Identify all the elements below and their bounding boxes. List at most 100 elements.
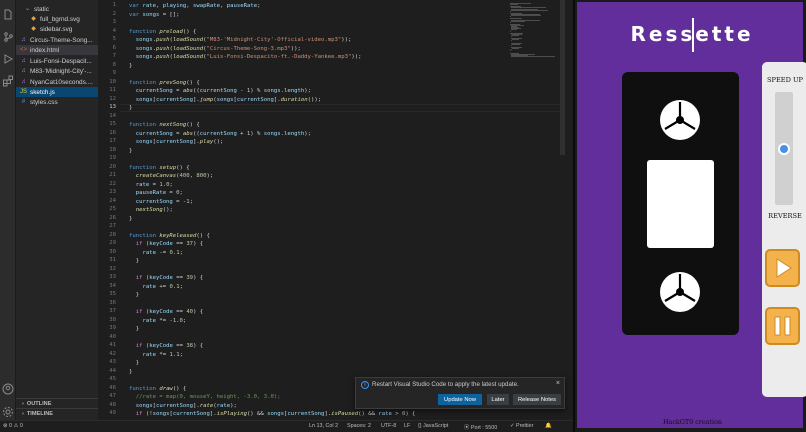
code-line[interactable]: //rate = map(0, mouseY, height, -3.0, 3.…: [129, 393, 281, 401]
outline-section[interactable]: › OUTLINE: [16, 398, 98, 408]
tree-file[interactable]: ♫ M83-'Midnight-City'-...: [16, 66, 98, 76]
speed-slider[interactable]: [775, 92, 793, 205]
cursor-position[interactable]: Ln 13, Col 2: [309, 423, 338, 429]
code-line[interactable]: pauseRate = 0;: [129, 189, 183, 197]
language-mode[interactable]: {} JavaScript: [418, 423, 448, 429]
line-number: 18: [109, 146, 116, 153]
code-line[interactable]: }: [129, 62, 132, 70]
line-number: 47: [109, 393, 116, 399]
release-notes-button[interactable]: Release Notes: [513, 394, 561, 405]
indentation-status[interactable]: Spaces: 2: [347, 423, 371, 429]
code-line[interactable]: if (keyCode == 40) {: [129, 308, 203, 316]
code-line[interactable]: }: [129, 291, 139, 299]
code-line[interactable]: if (keyCode == 38) {: [129, 342, 203, 350]
code-line[interactable]: songs[currentSong].jump(songs[currentSon…: [129, 96, 321, 104]
live-server-port[interactable]: ⦿ Port : 5500: [464, 423, 497, 431]
minimap-line: [511, 15, 542, 17]
minimap-line: [510, 50, 511, 52]
code-line[interactable]: currentSong = abs((currentSong - 1) % so…: [129, 87, 311, 95]
status-bar: ⊗ 0 ⚠ 0 Ln 13, Col 2 Spaces: 2 UTF-8 LF …: [0, 420, 573, 432]
code-line[interactable]: function keyReleased() {: [129, 232, 210, 240]
code-line[interactable]: function setup() {: [129, 164, 190, 172]
code-line[interactable]: songs[currentSong].play();: [129, 138, 224, 146]
tree-file[interactable]: ♫ Circus-Theme-Song...: [16, 35, 98, 45]
line-number: 41: [109, 342, 116, 348]
prettier-status[interactable]: ✓ Prettier: [510, 423, 533, 429]
tree-file-index-html[interactable]: <> index.html: [16, 45, 98, 55]
chevron-right-icon: ›: [22, 400, 24, 407]
editor-scrollbar[interactable]: [560, 0, 565, 155]
line-number: 19: [109, 155, 116, 161]
minimap-line: [512, 48, 519, 50]
code-line[interactable]: rate *= 1.1;: [129, 351, 182, 359]
code-line[interactable]: function nextSong() {: [129, 121, 200, 129]
notifications-bell-icon[interactable]: 🔔: [545, 423, 552, 429]
chevron-right-icon: ›: [22, 410, 24, 417]
minimap[interactable]: [508, 0, 558, 60]
speed-slider-thumb[interactable]: [778, 142, 790, 155]
problems-status[interactable]: ⊗ 0 ⚠ 0: [3, 423, 23, 429]
encoding-status[interactable]: UTF-8: [381, 423, 396, 429]
speed-up-label: SPEED UP: [767, 76, 803, 84]
gear-icon[interactable]: [2, 403, 14, 417]
html-file-icon: <>: [20, 46, 28, 53]
code-line[interactable]: songs.push(loadSound("M83-'Midnight-City…: [129, 36, 352, 44]
timeline-section[interactable]: › TIMELINE: [16, 408, 98, 418]
code-line[interactable]: songs[currentSong].rate(rate);: [129, 402, 237, 410]
code-line[interactable]: var rate, playing, swapRate, pauseRate;: [129, 2, 260, 10]
tree-folder-static[interactable]: ⌄ static: [16, 4, 98, 14]
code-line[interactable]: createCanvas(400, 800);: [129, 172, 214, 180]
line-number: 23: [109, 189, 116, 195]
close-icon[interactable]: ×: [556, 380, 560, 387]
tree-file[interactable]: ◆ sidebar.svg: [16, 24, 98, 34]
code-line[interactable]: nextSong();: [129, 206, 173, 214]
pause-button[interactable]: [765, 307, 800, 345]
code-line[interactable]: }: [129, 147, 132, 155]
code-line[interactable]: }: [129, 215, 132, 223]
code-line[interactable]: var songs = [];: [129, 11, 180, 19]
tree-file[interactable]: ♫ NyanCat10seconds....: [16, 77, 98, 87]
run-debug-icon[interactable]: [2, 50, 14, 64]
code-line[interactable]: if (keyCode == 37) {: [129, 240, 203, 248]
code-line[interactable]: currentSong = -1;: [129, 198, 193, 206]
code-line[interactable]: }: [129, 325, 139, 333]
current-line-highlight: [120, 104, 560, 112]
code-line[interactable]: function prevSong() {: [129, 79, 200, 87]
code-line[interactable]: }: [129, 104, 132, 112]
music-file-icon: ♫: [21, 78, 26, 85]
line-number: 13: [109, 104, 116, 110]
code-line[interactable]: rate *= -1.0;: [129, 317, 186, 325]
code-editor[interactable]: 1 2 3 4 5 6 7 8 9 10 11 12 13 14 15 16 17 18 19 20 21 22 23 24 2…: [98, 0, 565, 420]
line-number: 26: [109, 214, 116, 221]
code-line[interactable]: if (!songs[currentSong].isPlaying() && s…: [129, 410, 416, 418]
code-line[interactable]: rate += 0.1;: [129, 283, 182, 291]
tree-file[interactable]: ♫ Luis-Fonsi-Despacit...: [16, 56, 98, 66]
later-button[interactable]: Later: [487, 394, 509, 405]
tree-file-sketch-js[interactable]: JS sketch.js: [16, 87, 98, 97]
update-now-button[interactable]: Update Now: [438, 394, 482, 405]
eol-status[interactable]: LF: [404, 423, 410, 429]
minimap-line: [510, 30, 511, 32]
code-line[interactable]: currentSong = abs((currentSong + 1) % so…: [129, 130, 311, 138]
play-button[interactable]: [765, 249, 800, 287]
code-line[interactable]: songs.push(loadSound("Circus-Theme-Song-…: [129, 45, 301, 53]
account-icon[interactable]: [2, 380, 14, 395]
line-number: 15: [109, 121, 116, 127]
line-number: 12: [109, 95, 116, 102]
line-number: 6: [112, 44, 116, 51]
source-control-icon[interactable]: [2, 28, 14, 42]
tree-file[interactable]: # styles.css: [16, 97, 98, 107]
code-line[interactable]: songs.push(loadSound("Luis-Fonsi-Despaci…: [129, 53, 362, 61]
code-line[interactable]: }: [129, 257, 139, 265]
code-line[interactable]: }: [129, 368, 132, 376]
extensions-icon[interactable]: [2, 72, 14, 87]
code-line[interactable]: function preload() {: [129, 28, 196, 36]
code-line[interactable]: rate -= 0.1;: [129, 249, 182, 257]
code-line[interactable]: if (keyCode == 39) {: [129, 274, 203, 282]
files-icon[interactable]: [2, 6, 14, 20]
code-line[interactable]: }: [129, 359, 139, 367]
tree-file[interactable]: ◆ full_bgrnd.svg: [16, 14, 98, 24]
code-line[interactable]: function draw() {: [129, 385, 186, 393]
code-line[interactable]: rate = 1.0;: [129, 181, 173, 189]
minimap-line: [512, 34, 519, 36]
